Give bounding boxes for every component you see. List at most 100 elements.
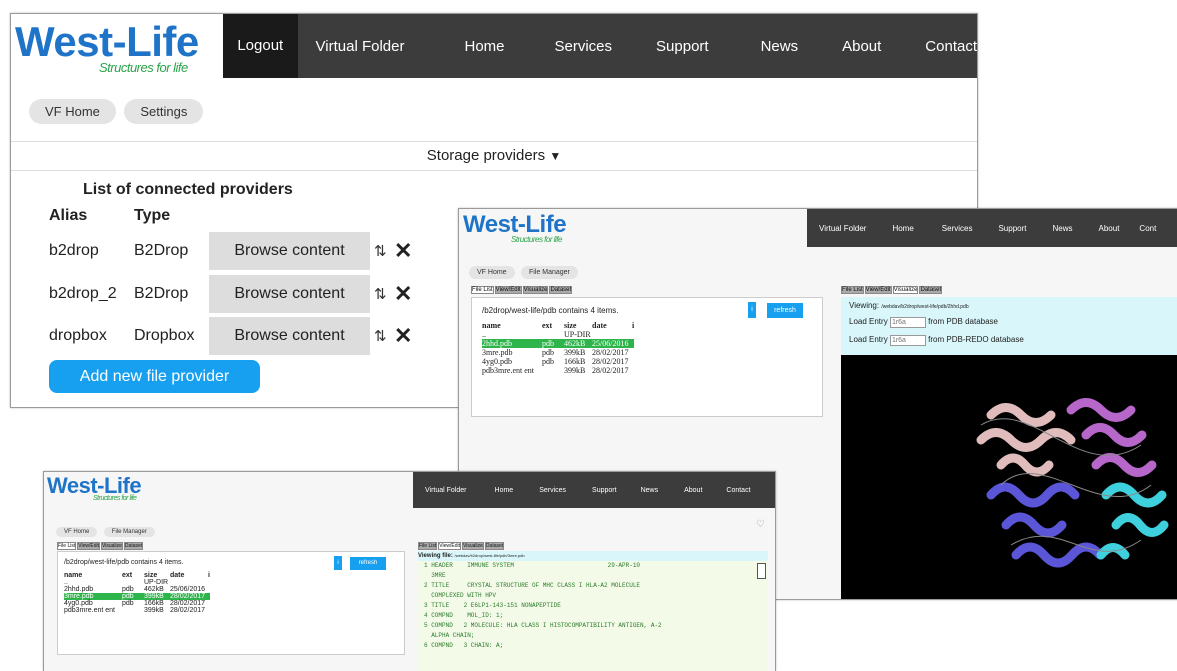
tab-visualize[interactable]: Visualize xyxy=(101,542,123,550)
nav-contact[interactable]: Cont xyxy=(1139,224,1156,233)
table-row[interactable]: 3mre.pdb pdb 399kB 28/02/2017 xyxy=(64,593,210,600)
tab-dataset[interactable]: Dataset xyxy=(549,286,573,294)
right-tab-strip: File List View/Edit Visualize Dataset xyxy=(841,286,943,294)
vf-home-tab[interactable]: VF Home xyxy=(56,527,98,537)
nav-news[interactable]: News xyxy=(641,487,659,494)
add-provider-button[interactable]: Add new file provider xyxy=(49,360,260,393)
file-date: 25/06/2016 xyxy=(592,339,629,348)
nav-services[interactable]: Services xyxy=(555,38,613,55)
file-ext: pdb xyxy=(122,600,134,607)
nav-virtual-folder[interactable]: Virtual Folder xyxy=(425,487,467,494)
nav-support[interactable]: Support xyxy=(656,38,709,55)
nav-news[interactable]: News xyxy=(1053,224,1073,233)
delete-icon[interactable]: ✕ xyxy=(394,281,412,307)
tab-dataset[interactable]: Dataset xyxy=(484,542,505,550)
file-manager-tab[interactable]: File Manager xyxy=(103,527,155,537)
nav-virtual-folder[interactable]: Virtual Folder xyxy=(819,224,866,233)
storage-bar[interactable]: Storage providers ▼ xyxy=(11,141,977,171)
tab-file-list[interactable]: File List xyxy=(57,542,77,550)
file-ext: pdb xyxy=(122,586,134,593)
info-button[interactable]: i xyxy=(748,302,756,318)
settings-sliders-icon[interactable]: ⇅ xyxy=(374,242,387,260)
scrollbar[interactable] xyxy=(757,563,766,579)
table-row[interactable]: 2hhd.pdb pdb 462kB 25/06/2016 xyxy=(482,339,635,348)
nav-support[interactable]: Support xyxy=(998,224,1026,233)
pdb-entry-input[interactable] xyxy=(889,317,926,328)
nav-home[interactable]: Home xyxy=(892,224,913,233)
tab-file-list[interactable]: File List xyxy=(841,286,864,294)
vf-home-tab[interactable]: VF Home xyxy=(469,266,515,279)
file-size: 399kB xyxy=(564,366,586,375)
table-row[interactable]: 3mre.pdb pdb 399kB 28/02/2017 xyxy=(482,348,634,357)
code-editor[interactable]: 1 HEADER IMMUNE SYSTEM 29-APR-10 3MRE 2 … xyxy=(418,561,768,671)
west-life-logo[interactable]: West-Life Structures for life xyxy=(47,473,187,509)
file-date: 28/02/2017 xyxy=(170,593,206,600)
tab-visualize[interactable]: Visualize xyxy=(892,286,919,294)
delete-icon[interactable]: ✕ xyxy=(394,323,412,349)
tab-visualize[interactable]: Visualize xyxy=(522,286,549,294)
table-row[interactable]: .. UP-DIR xyxy=(482,330,634,339)
vf-home-tab[interactable]: VF Home xyxy=(29,99,116,124)
nav-logout[interactable]: Logout xyxy=(223,14,298,78)
code-line: 3 TITLE 2 E6LP1-143-151 NONAPEPTIDE xyxy=(424,602,561,609)
nav-contact[interactable]: Contact xyxy=(726,487,750,494)
nav-home[interactable]: Home xyxy=(464,38,504,55)
nav-services[interactable]: Services xyxy=(539,487,566,494)
table-row[interactable]: 4yg0.pdb pdb 166kB 28/02/2017 xyxy=(482,357,634,366)
refresh-button[interactable]: refresh xyxy=(350,557,386,570)
code-line: COMPLEXED WITH HPV xyxy=(424,592,497,599)
table-row[interactable]: pdb3mre.ent ent 399kB 28/02/2017 xyxy=(482,366,634,375)
settings-sliders-icon[interactable]: ⇅ xyxy=(374,327,387,345)
table-row[interactable]: 2hhd.pdb pdb 462kB 25/06/2016 xyxy=(64,586,210,593)
pdb-redo-entry-input[interactable] xyxy=(889,335,926,346)
viewing-path: /webdav/b2drop/west-life/pdb/2hhd.pdb xyxy=(881,304,969,310)
table-row[interactable]: .. UP-DIR xyxy=(64,579,210,586)
tab-file-list[interactable]: File List xyxy=(418,542,438,550)
west-life-logo[interactable]: West-Life Structures for life xyxy=(15,18,220,78)
heart-icon[interactable]: ♡ xyxy=(756,519,765,530)
viewer-navbar: Virtual Folder Home Services Support New… xyxy=(807,209,1177,247)
nav-contact[interactable]: Contact xyxy=(925,38,977,55)
table-row[interactable]: 4yg0.pdb pdb 166kB 28/02/2017 xyxy=(64,600,210,607)
refresh-button[interactable]: refresh xyxy=(767,303,803,318)
nav-about[interactable]: About xyxy=(684,487,702,494)
tab-view-edit[interactable]: View/Edit xyxy=(77,542,100,550)
nav-virtual-folder[interactable]: Virtual Folder xyxy=(316,38,405,55)
nav-home[interactable]: Home xyxy=(495,487,514,494)
browse-content-button[interactable]: Browse content xyxy=(209,232,370,270)
table-row[interactable]: pdb3mre.ent ent 399kB 28/02/2017 xyxy=(64,607,210,614)
file-size: 399kB xyxy=(564,348,586,357)
file-ext: pdb xyxy=(542,339,554,348)
logo-title: West-Life xyxy=(463,211,567,238)
delete-icon[interactable]: ✕ xyxy=(394,238,412,264)
browse-content-button[interactable]: Browse content xyxy=(209,275,370,313)
west-life-logo[interactable]: West-Life Structures for life xyxy=(463,211,603,249)
viewing-line: Viewing: /webdav/b2drop/west-life/pdb/2h… xyxy=(849,301,969,310)
nav-about[interactable]: About xyxy=(1099,224,1120,233)
tab-view-edit[interactable]: View/Edit xyxy=(864,286,892,294)
info-button[interactable]: i xyxy=(334,556,342,570)
file-date: 28/02/2017 xyxy=(592,357,629,366)
tab-view-edit[interactable]: View/Edit xyxy=(438,542,461,550)
file-manager-tab[interactable]: File Manager xyxy=(521,266,578,279)
tab-view-edit[interactable]: View/Edit xyxy=(494,286,522,294)
tab-file-list[interactable]: File List xyxy=(471,286,494,294)
settings-tab[interactable]: Settings xyxy=(124,99,204,124)
settings-sliders-icon[interactable]: ⇅ xyxy=(374,285,387,303)
browse-content-button[interactable]: Browse content xyxy=(209,317,370,355)
file-date: 25/06/2016 xyxy=(170,586,206,593)
col-date: date xyxy=(170,572,185,579)
sub-nav: VF Home File Manager xyxy=(469,261,578,279)
file-table: name ext size date i .. UP-DIR 2hhd.pdb … xyxy=(64,572,210,614)
code-line: 5 COMPND 2 MOLECULE: HLA CLASS I HISTOCO… xyxy=(424,622,662,629)
molecule-viewer-canvas[interactable] xyxy=(841,355,1177,599)
nav-news[interactable]: News xyxy=(761,38,799,55)
logo-subtitle: Structures for life xyxy=(93,495,137,502)
tab-dataset[interactable]: Dataset xyxy=(919,286,943,294)
col-name: name xyxy=(64,572,83,579)
nav-services[interactable]: Services xyxy=(942,224,973,233)
tab-dataset[interactable]: Dataset xyxy=(123,542,144,550)
tab-visualize[interactable]: Visualize xyxy=(462,542,484,550)
nav-about[interactable]: About xyxy=(842,38,881,55)
nav-support[interactable]: Support xyxy=(592,487,617,494)
